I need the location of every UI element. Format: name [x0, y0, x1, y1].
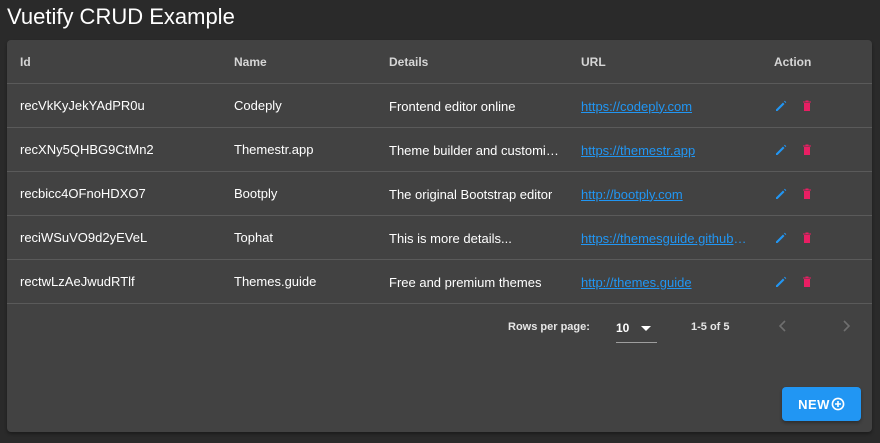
data-table-card: Id Name Details URL Action recVkKyJekYAd…	[7, 40, 872, 432]
cell-id: rectwLzAeJwudRTlf	[7, 259, 234, 304]
delete-button[interactable]	[800, 231, 814, 245]
column-header-id[interactable]: Id	[7, 40, 234, 84]
page-title: Vuetify CRUD Example	[7, 4, 235, 29]
delete-button[interactable]	[800, 187, 814, 201]
table-row: recVkKyJekYAdPR0u Codeply Frontend editor …	[7, 83, 872, 128]
url-link[interactable]: https://codeply.com	[581, 99, 692, 114]
delete-button[interactable]	[800, 275, 814, 289]
table-header-row: Id Name Details URL Action	[7, 40, 872, 84]
cell-name: Themes.guide	[234, 259, 389, 304]
trash-icon	[803, 188, 811, 200]
edit-button[interactable]	[774, 275, 788, 289]
table-row: rectwLzAeJwudRTlf Themes.guide Free and pr…	[7, 259, 872, 304]
table-footer: Rows per page: 10 1-5 of 5	[7, 302, 872, 352]
edit-button[interactable]	[774, 143, 788, 157]
cell-id: recbicc4OFnoHDXO7	[7, 171, 234, 216]
plus-circle-icon	[831, 397, 845, 411]
new-button[interactable]: NEW	[782, 387, 861, 421]
url-link[interactable]: http://themes.guide	[581, 275, 692, 290]
cell-details: This is more details...	[389, 215, 581, 260]
pencil-icon	[776, 144, 787, 156]
next-page-button[interactable]	[838, 318, 854, 334]
trash-icon	[803, 276, 811, 288]
url-link[interactable]: https://themestr.app	[581, 143, 695, 158]
cell-action	[774, 83, 872, 128]
cell-details: Theme builder and customizer	[389, 127, 581, 172]
edit-button[interactable]	[774, 99, 788, 113]
column-header-name[interactable]: Name	[234, 40, 389, 84]
data-table: Id Name Details URL Action recVkKyJekYAd…	[7, 40, 872, 304]
column-header-details[interactable]: Details	[389, 40, 581, 84]
chevron-right-icon	[843, 320, 851, 332]
rows-per-page-value: 10	[616, 321, 630, 335]
chevron-left-icon	[778, 320, 786, 332]
cell-name: Tophat	[234, 215, 389, 260]
trash-icon	[803, 232, 811, 244]
new-button-label: NEW	[798, 396, 830, 412]
cell-name: Bootply	[234, 171, 389, 216]
cell-details: Frontend editor online	[389, 83, 581, 128]
details-text: Theme builder and customizer	[389, 142, 559, 158]
table-row: recXNy5QHBG9CtMn2 Themestr.app Theme build…	[7, 127, 872, 172]
edit-button[interactable]	[774, 231, 788, 245]
cell-action	[774, 215, 872, 260]
rows-per-page-label: Rows per page:	[508, 321, 590, 333]
url-link[interactable]: http://bootply.com	[581, 187, 683, 202]
cell-name: Codeply	[234, 83, 389, 128]
cell-id: recXNy5QHBG9CtMn2	[7, 127, 234, 172]
cell-url: https://codeply.com	[581, 83, 774, 128]
cell-id: reciWSuVO9d2yEVeL	[7, 215, 234, 260]
cell-id: recVkKyJekYAdPR0u	[7, 83, 234, 128]
cell-url: http://bootply.com	[581, 171, 774, 216]
delete-button[interactable]	[800, 99, 814, 113]
pencil-icon	[776, 276, 787, 288]
cell-url: https://themestr.app	[581, 127, 774, 172]
previous-page-button[interactable]	[775, 318, 791, 334]
pencil-icon	[776, 232, 787, 244]
details-text: This is more details...	[389, 230, 512, 246]
trash-icon	[803, 144, 811, 156]
trash-icon	[803, 100, 811, 112]
cell-url: http://themes.guide	[581, 259, 774, 304]
dropdown-arrow-icon	[641, 326, 651, 331]
cell-action	[774, 259, 872, 304]
details-text: Free and premium themes	[389, 274, 542, 290]
cell-action	[774, 171, 872, 216]
column-header-url[interactable]: URL	[581, 40, 774, 84]
pencil-icon	[776, 188, 787, 200]
cell-details: Free and premium themes	[389, 259, 581, 304]
page-range-text: 1-5 of 5	[691, 321, 730, 333]
delete-button[interactable]	[800, 143, 814, 157]
cell-action	[774, 127, 872, 172]
rows-per-page-select[interactable]: 10	[616, 314, 657, 343]
cell-details: The original Bootstrap editor	[389, 171, 581, 216]
table-row: reciWSuVO9d2yEVeL Tophat This is more deta…	[7, 215, 872, 260]
edit-button[interactable]	[774, 187, 788, 201]
cell-url: https://themesguide.github.io	[581, 215, 774, 260]
table-row: recbicc4OFnoHDXO7 Bootply The original Boo…	[7, 171, 872, 216]
column-header-action: Action	[774, 40, 872, 84]
details-text: The original Bootstrap editor	[389, 186, 553, 202]
cell-name: Themestr.app	[234, 127, 389, 172]
details-text: Frontend editor online	[389, 98, 516, 114]
url-link[interactable]: https://themesguide.github.io	[581, 231, 747, 246]
pencil-icon	[776, 100, 787, 112]
